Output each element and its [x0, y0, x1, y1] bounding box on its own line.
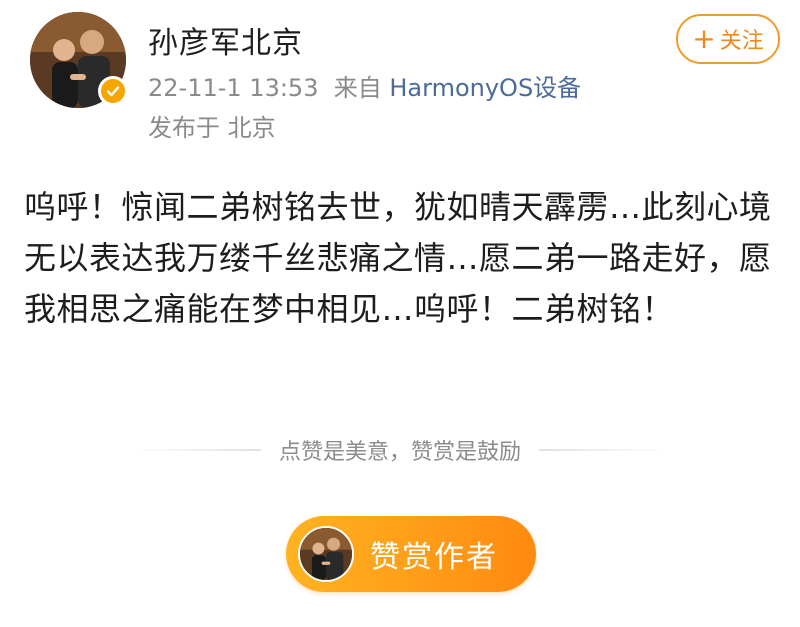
post-timestamp: 22-11-1 13:53	[148, 74, 319, 102]
post-location: 发布于 北京	[148, 114, 276, 142]
reward-author-button[interactable]: 赞赏作者	[286, 516, 536, 592]
verified-badge-icon	[98, 76, 128, 106]
follow-label: 关注	[719, 29, 764, 54]
plus-icon: +	[692, 22, 716, 55]
post-meta: 22-11-1 13:53 来自 HarmonyOS设备	[148, 68, 581, 103]
author-name[interactable]: 孙彦军北京	[148, 18, 303, 62]
post-device[interactable]: HarmonyOS设备	[389, 74, 581, 102]
post-text: 呜呼！惊闻二弟树铭去世，犹如晴天霹雳…此刻心境无以表达我万缕千丝悲痛之情…愿二弟…	[24, 188, 772, 328]
author-avatar[interactable]	[30, 12, 128, 108]
follow-button[interactable]: + 关注	[676, 14, 780, 64]
divider-left	[130, 449, 261, 451]
divider-right	[539, 449, 669, 451]
reward-button-label: 赞赏作者	[370, 540, 498, 575]
reward-hint-text: 点赞是美意，赞赏是鼓励	[278, 440, 521, 465]
reward-hint: 点赞是美意，赞赏是鼓励	[0, 434, 800, 466]
reward-avatar	[298, 526, 354, 582]
source-prefix: 来自	[333, 74, 382, 102]
